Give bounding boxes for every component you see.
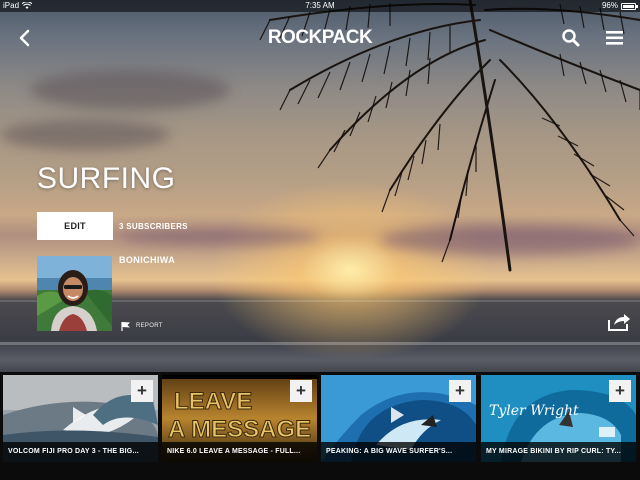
add-video-button[interactable]: + xyxy=(131,380,153,402)
add-video-button[interactable]: + xyxy=(609,380,631,402)
battery-percent: 96% xyxy=(601,1,618,10)
channel-owner-name[interactable]: BONICHIWA xyxy=(119,255,175,265)
video-title: VOLCOM FIJI PRO DAY 3 - THE BIG... xyxy=(3,442,158,462)
add-video-button[interactable]: + xyxy=(290,380,312,402)
subscriber-count[interactable]: 3 SUBSCRIBERS xyxy=(119,222,188,231)
report-label: REPORT xyxy=(136,323,163,329)
play-icon xyxy=(73,407,86,423)
battery-icon xyxy=(621,3,638,10)
avatar-photo xyxy=(37,256,112,331)
thumb-text-leave: LEAVE xyxy=(174,388,252,415)
add-video-button[interactable]: + xyxy=(449,380,471,402)
video-title: NIKE 6.0 LEAVE A MESSAGE - FULL... xyxy=(162,442,317,462)
flag-icon xyxy=(121,322,130,331)
app-logo: ROCKPACK xyxy=(267,27,373,48)
video-strip: + VOLCOM FIJI PRO DAY 3 - THE BIG... LEA… xyxy=(0,372,640,480)
menu-icon xyxy=(606,31,623,45)
video-card[interactable]: + VOLCOM FIJI PRO DAY 3 - THE BIG... xyxy=(3,375,158,462)
video-card[interactable]: + PEAKING: A BIG WAVE SURFER'S... xyxy=(321,375,476,462)
video-title: MY MIRAGE BIKINI BY RIP CURL: TY... xyxy=(481,442,636,462)
channel-title: SURFING xyxy=(37,162,176,195)
status-time: 7:35 AM xyxy=(305,1,335,10)
status-bar: iPad 7:35 AM 96% xyxy=(0,0,640,12)
thumb-text-message: A MESSAGE xyxy=(168,416,311,443)
share-button[interactable] xyxy=(607,312,631,332)
avatar[interactable] xyxy=(37,256,112,331)
play-icon xyxy=(391,407,404,423)
video-card[interactable]: LEAVE A MESSAGE + NIKE 6.0 LEAVE A MESSA… xyxy=(162,375,317,462)
thumb-text-name: Tyler Wright xyxy=(489,403,579,419)
search-icon xyxy=(562,29,580,47)
menu-button[interactable] xyxy=(605,29,625,47)
edit-button[interactable]: EDIT xyxy=(37,212,113,240)
search-button[interactable] xyxy=(561,28,581,48)
video-card[interactable]: Tyler Wright + MY MIRAGE BIKINI BY RIP C… xyxy=(481,375,636,462)
share-icon xyxy=(608,314,630,331)
wave-crest xyxy=(0,342,640,345)
video-title: PEAKING: A BIG WAVE SURFER'S... xyxy=(321,442,476,462)
report-button[interactable]: REPORT xyxy=(121,320,163,332)
